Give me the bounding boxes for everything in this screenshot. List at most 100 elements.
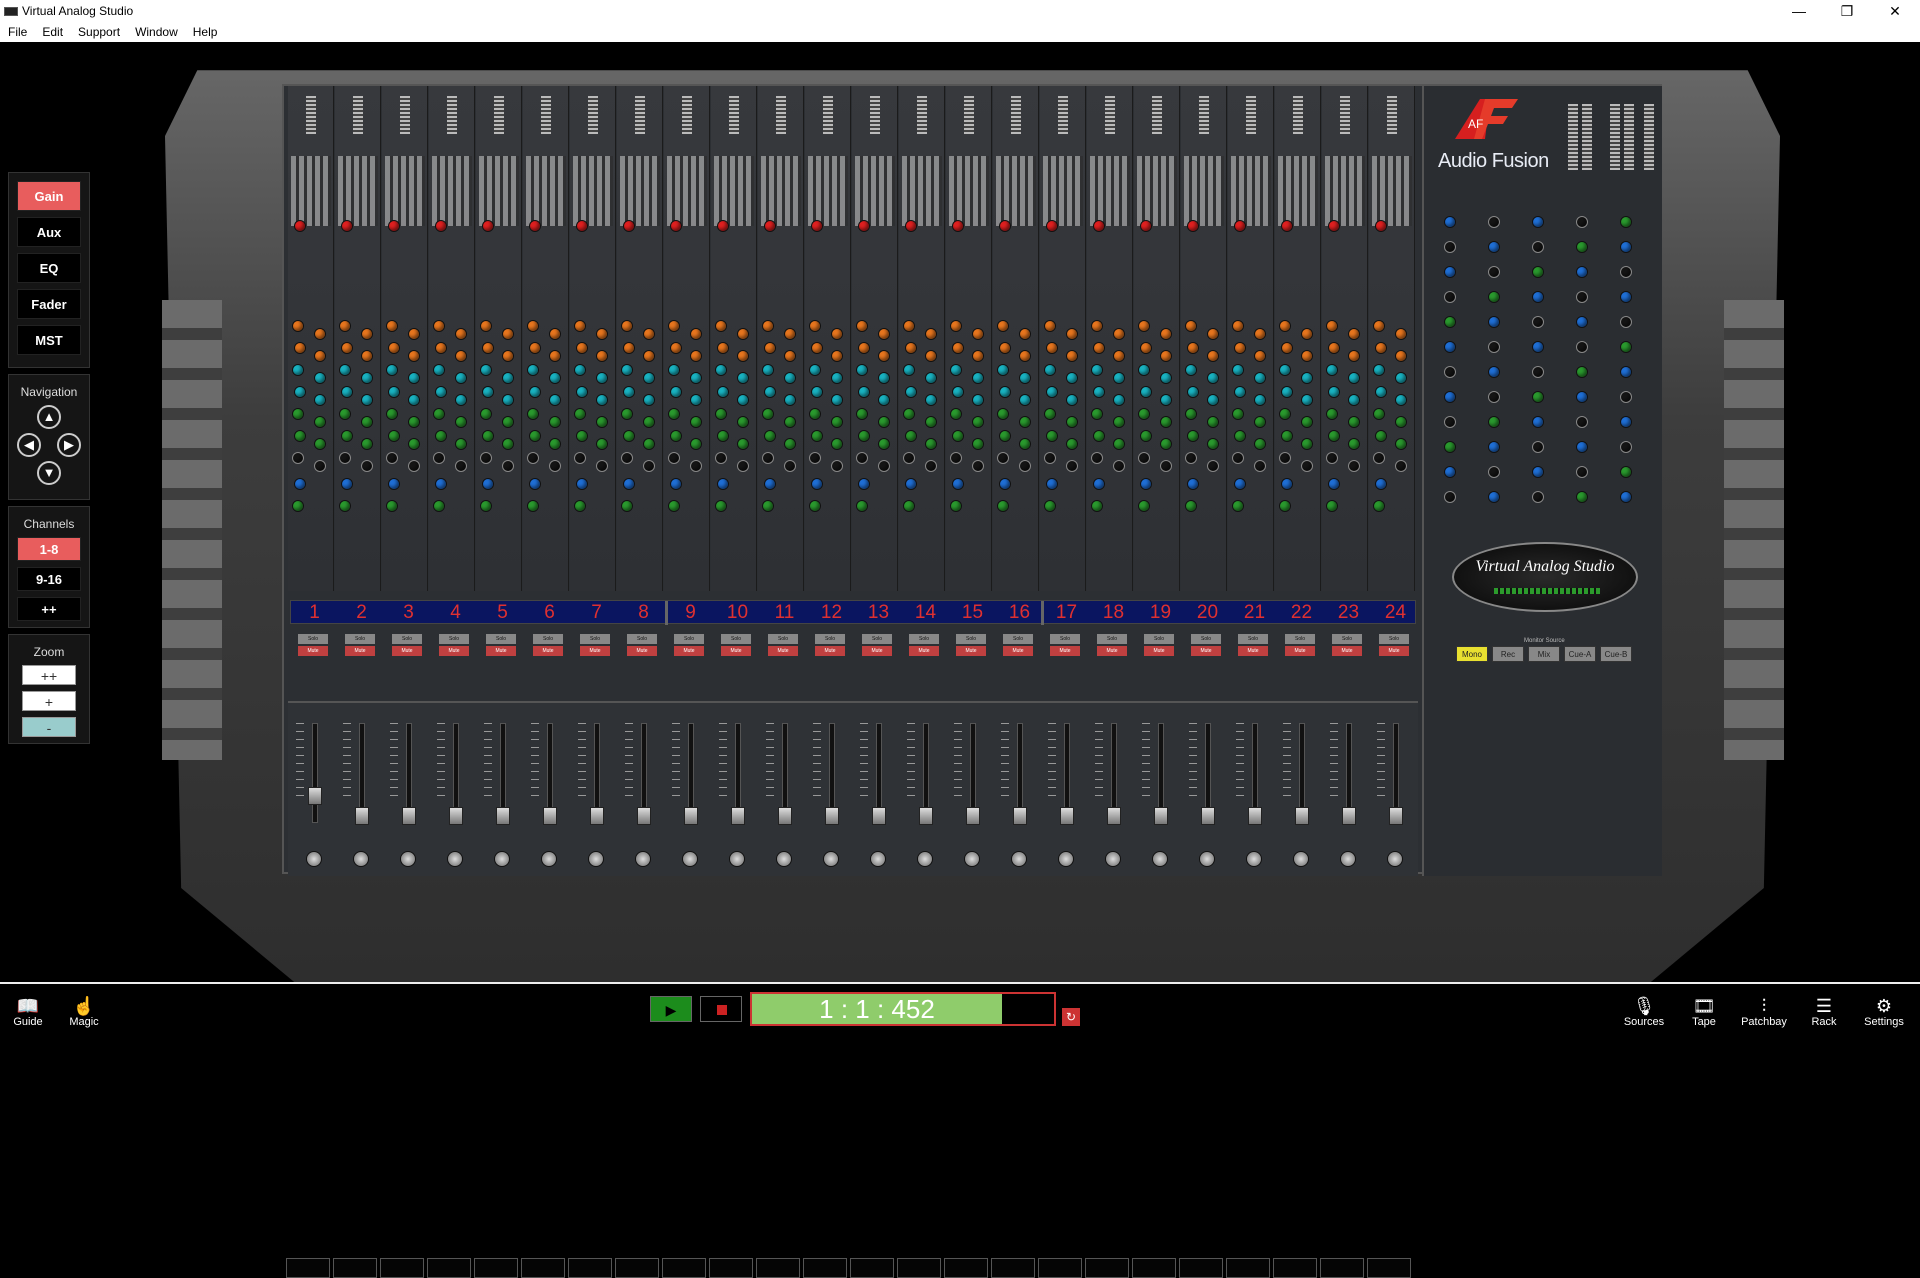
- channel-knob[interactable]: [529, 386, 541, 398]
- master-knob[interactable]: [1488, 241, 1500, 253]
- channel-knob[interactable]: [878, 416, 890, 428]
- channel-knob[interactable]: [292, 320, 304, 332]
- routing-buttons[interactable]: [1090, 156, 1130, 226]
- minimize-button[interactable]: —: [1776, 2, 1822, 20]
- channel-knob[interactable]: [1375, 342, 1387, 354]
- solo-button[interactable]: Solo: [862, 634, 892, 644]
- routing-buttons[interactable]: [1184, 156, 1224, 226]
- channel-knob[interactable]: [925, 438, 937, 450]
- monitor-mono-button[interactable]: Mono: [1456, 646, 1488, 662]
- channel-knob[interactable]: [549, 416, 561, 428]
- channel-knob[interactable]: [1160, 438, 1172, 450]
- channel-knob[interactable]: [856, 500, 868, 512]
- channel-knob[interactable]: [1395, 460, 1407, 472]
- pan-knob[interactable]: [776, 851, 792, 867]
- channel-knob[interactable]: [925, 460, 937, 472]
- channel-knob[interactable]: [1207, 416, 1219, 428]
- nav-down-icon[interactable]: ▼: [37, 461, 61, 485]
- channel-knob[interactable]: [717, 342, 729, 354]
- scribble-strip[interactable]: [1085, 1258, 1129, 1278]
- channel-knob[interactable]: [1207, 372, 1219, 384]
- channel-knob[interactable]: [878, 460, 890, 472]
- channel-knob[interactable]: [784, 372, 796, 384]
- channel-knob[interactable]: [341, 386, 353, 398]
- routing-buttons[interactable]: [479, 156, 519, 226]
- pan-knob[interactable]: [400, 851, 416, 867]
- monitor-cue-b-button[interactable]: Cue-B: [1600, 646, 1632, 662]
- channel-knob[interactable]: [1348, 372, 1360, 384]
- master-knob[interactable]: [1532, 216, 1544, 228]
- channel-knob[interactable]: [341, 430, 353, 442]
- channel-knob[interactable]: [1279, 452, 1291, 464]
- channel-knob[interactable]: [314, 438, 326, 450]
- master-knob[interactable]: [1488, 416, 1500, 428]
- master-knob[interactable]: [1620, 241, 1632, 253]
- channel-knob[interactable]: [1138, 320, 1150, 332]
- channel-knob[interactable]: [1348, 460, 1360, 472]
- scribble-strip[interactable]: [709, 1258, 753, 1278]
- channel-knob[interactable]: [690, 328, 702, 340]
- channel-knob[interactable]: [527, 500, 539, 512]
- channel-knob[interactable]: [527, 320, 539, 332]
- routing-buttons[interactable]: [385, 156, 425, 226]
- channel-knob[interactable]: [764, 478, 776, 490]
- channel-knob[interactable]: [784, 350, 796, 362]
- master-knob[interactable]: [1576, 216, 1588, 228]
- channel-knob[interactable]: [1328, 220, 1340, 232]
- mute-button[interactable]: Mute: [627, 646, 657, 656]
- channel-knob[interactable]: [386, 364, 398, 376]
- channel-knob[interactable]: [905, 430, 917, 442]
- channel-knob[interactable]: [482, 478, 494, 490]
- channel-knob[interactable]: [784, 328, 796, 340]
- channel-knob[interactable]: [858, 430, 870, 442]
- channel-knob[interactable]: [1019, 460, 1031, 472]
- routing-buttons[interactable]: [573, 156, 613, 226]
- channel-knob[interactable]: [643, 350, 655, 362]
- menu-edit[interactable]: Edit: [34, 22, 70, 39]
- channel-knob[interactable]: [690, 394, 702, 406]
- tape-button[interactable]: 🎞 Tape: [1678, 996, 1730, 1028]
- channel-knob[interactable]: [1185, 500, 1197, 512]
- channel-knob[interactable]: [715, 452, 727, 464]
- channel-knob[interactable]: [339, 408, 351, 420]
- master-knob[interactable]: [1532, 241, 1544, 253]
- scribble-strip[interactable]: [662, 1258, 706, 1278]
- mute-button[interactable]: Mute: [909, 646, 939, 656]
- menu-support[interactable]: Support: [70, 22, 127, 39]
- channel-knob[interactable]: [715, 500, 727, 512]
- channel-knob[interactable]: [576, 342, 588, 354]
- channel-knob[interactable]: [643, 394, 655, 406]
- view-aux-button[interactable]: Aux: [17, 217, 81, 247]
- master-knob[interactable]: [1444, 441, 1456, 453]
- mute-button[interactable]: Mute: [815, 646, 845, 656]
- channel-knob[interactable]: [952, 430, 964, 442]
- solo-button[interactable]: Solo: [392, 634, 422, 644]
- mute-button[interactable]: Mute: [1003, 646, 1033, 656]
- channel-knob[interactable]: [314, 328, 326, 340]
- master-knob[interactable]: [1532, 291, 1544, 303]
- channel-knob[interactable]: [386, 500, 398, 512]
- routing-buttons[interactable]: [1278, 156, 1318, 226]
- channel-knob[interactable]: [361, 328, 373, 340]
- master-knob[interactable]: [1488, 266, 1500, 278]
- scribble-strip[interactable]: [897, 1258, 941, 1278]
- scribble-strip[interactable]: [1273, 1258, 1317, 1278]
- channel-knob[interactable]: [737, 394, 749, 406]
- channel-knob[interactable]: [408, 460, 420, 472]
- channel-knob[interactable]: [623, 386, 635, 398]
- channel-knob[interactable]: [574, 452, 586, 464]
- channel-knob[interactable]: [858, 220, 870, 232]
- solo-button[interactable]: Solo: [909, 634, 939, 644]
- channel-knob[interactable]: [1019, 372, 1031, 384]
- master-knob[interactable]: [1576, 266, 1588, 278]
- channel-knob[interactable]: [361, 394, 373, 406]
- mute-button[interactable]: Mute: [721, 646, 751, 656]
- channel-knob[interactable]: [1019, 416, 1031, 428]
- channel-knob[interactable]: [997, 452, 1009, 464]
- master-knob[interactable]: [1532, 316, 1544, 328]
- channel-knob[interactable]: [1301, 416, 1313, 428]
- pan-knob[interactable]: [1011, 851, 1027, 867]
- channel-knob[interactable]: [1373, 500, 1385, 512]
- channel-knob[interactable]: [950, 500, 962, 512]
- channel-knob[interactable]: [643, 372, 655, 384]
